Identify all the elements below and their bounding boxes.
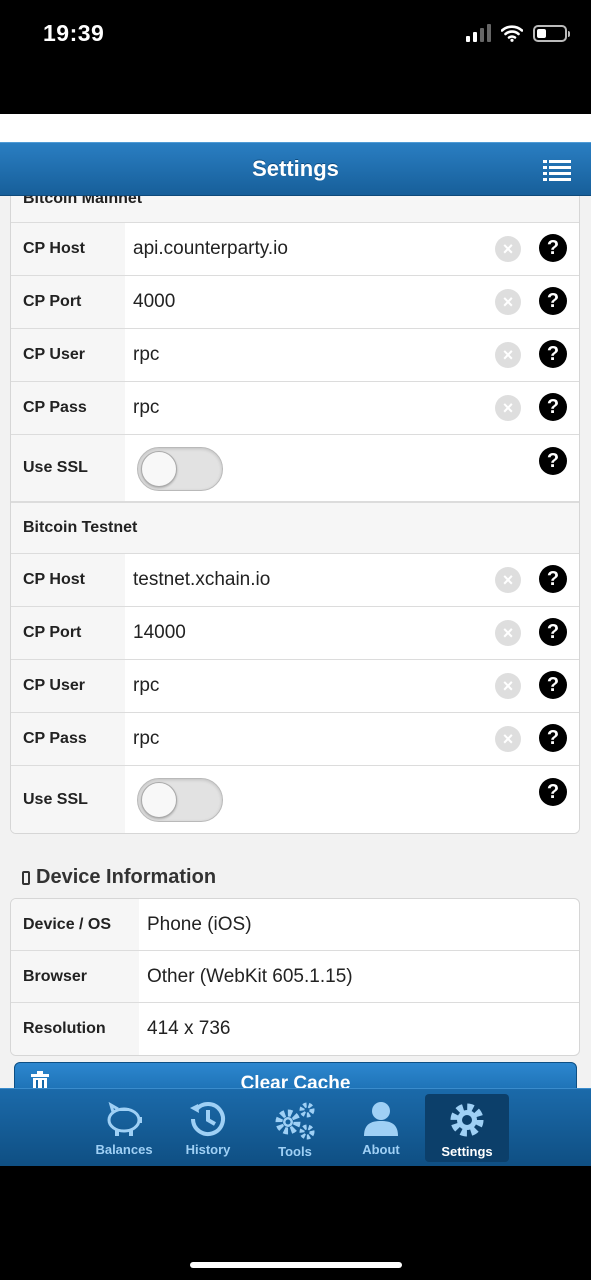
settings-content[interactable]: Bitcoin Mainnet CP Host api.counterparty… (0, 196, 591, 1088)
help-icon[interactable]: ? (539, 724, 567, 752)
field-label: Use SSL (11, 435, 125, 501)
info-label: Resolution (11, 1003, 139, 1055)
tab-label: Tools (278, 1144, 312, 1159)
mainnet-pass-input[interactable]: rpc (133, 382, 484, 434)
tab-history[interactable]: History (166, 1094, 250, 1162)
page-title: Settings (252, 156, 339, 181)
section-header-mainnet: Bitcoin Mainnet (11, 196, 579, 223)
field-label: CP Port (11, 276, 125, 328)
tab-label: History (185, 1142, 231, 1157)
testnet-pass-row: CP Pass rpc × ? (11, 713, 579, 766)
mainnet-host-input[interactable]: api.counterparty.io (133, 223, 484, 275)
help-icon[interactable]: ? (539, 340, 567, 368)
clear-icon[interactable]: × (495, 673, 521, 699)
mobile-phone-icon (22, 870, 30, 885)
mainnet-user-row: CP User rpc × ? (11, 329, 579, 382)
wifi-icon (501, 24, 523, 42)
app-window: Settings Bitcoin Mainnet CP Host api.cou… (0, 114, 591, 1166)
clear-cache-button[interactable]: Clear Cache (14, 1062, 577, 1088)
section-header-testnet: Bitcoin Testnet (11, 502, 579, 554)
resolution-row: Resolution 414 x 736 (11, 1003, 579, 1055)
gears-icon (275, 1102, 315, 1140)
clear-icon[interactable]: × (495, 395, 521, 421)
battery-icon (533, 24, 570, 42)
help-icon[interactable]: ? (539, 671, 567, 699)
testnet-host-input[interactable]: testnet.xchain.io (133, 554, 484, 606)
gear-icon (450, 1103, 484, 1137)
clear-icon[interactable]: × (495, 236, 521, 262)
mainnet-user-input[interactable]: rpc (133, 329, 484, 381)
tab-tools[interactable]: Tools (253, 1094, 337, 1162)
help-icon[interactable]: ? (539, 618, 567, 646)
help-icon[interactable]: ? (539, 393, 567, 421)
piggy-bank-icon (107, 1101, 142, 1136)
testnet-ssl-row: Use SSL ? (11, 766, 579, 833)
history-icon (190, 1102, 225, 1136)
header-bar: Settings (0, 142, 591, 196)
cellular-signal-icon (466, 24, 491, 42)
help-icon[interactable]: ? (539, 287, 567, 315)
tab-balances[interactable]: Balances (82, 1094, 166, 1162)
status-icons (466, 24, 570, 42)
device-info-heading: Device Information (22, 866, 216, 889)
info-label: Browser (11, 951, 139, 1002)
field-label: CP User (11, 660, 125, 712)
user-icon (364, 1102, 398, 1136)
home-indicator[interactable] (190, 1262, 402, 1268)
field-label: CP User (11, 329, 125, 381)
help-icon[interactable]: ? (539, 778, 567, 806)
mainnet-pass-row: CP Pass rpc × ? (11, 382, 579, 435)
tab-settings[interactable]: Settings (425, 1094, 509, 1162)
field-label: CP Port (11, 607, 125, 659)
tab-about[interactable]: About (339, 1094, 423, 1162)
info-value: Phone (iOS) (147, 913, 252, 935)
field-label: CP Host (11, 223, 125, 275)
clear-icon[interactable]: × (495, 289, 521, 315)
info-label: Device / OS (11, 899, 139, 950)
tab-bar: Balances History Tools About Settings (0, 1088, 591, 1166)
help-icon[interactable]: ? (539, 447, 567, 475)
clear-icon[interactable]: × (495, 726, 521, 752)
tab-label: About (362, 1142, 400, 1157)
field-label: CP Host (11, 554, 125, 606)
help-icon[interactable]: ? (539, 234, 567, 262)
info-value: Other (WebKit 605.1.15) (147, 965, 353, 987)
device-os-row: Device / OS Phone (iOS) (11, 899, 579, 951)
mainnet-port-input[interactable]: 4000 (133, 276, 484, 328)
testnet-pass-input[interactable]: rpc (133, 713, 484, 765)
testnet-port-input[interactable]: 14000 (133, 607, 484, 659)
device-info-panel: Device / OS Phone (iOS) Browser Other (W… (10, 898, 580, 1056)
info-value: 414 x 736 (147, 1018, 231, 1039)
status-bar: 19:39 (0, 0, 591, 72)
tab-label: Balances (95, 1142, 153, 1157)
field-label: Use SSL (11, 766, 125, 833)
testnet-host-row: CP Host testnet.xchain.io × ? (11, 554, 579, 607)
mainnet-host-row: CP Host api.counterparty.io × ? (11, 223, 579, 276)
help-icon[interactable]: ? (539, 565, 567, 593)
testnet-user-input[interactable]: rpc (133, 660, 484, 712)
browser-row: Browser Other (WebKit 605.1.15) (11, 951, 579, 1003)
clear-cache-label: Clear Cache (240, 1073, 351, 1088)
clear-icon[interactable]: × (495, 567, 521, 593)
testnet-port-row: CP Port 14000 × ? (11, 607, 579, 660)
clear-icon[interactable]: × (495, 342, 521, 368)
status-time: 19:39 (43, 20, 105, 46)
testnet-user-row: CP User rpc × ? (11, 660, 579, 713)
testnet-ssl-toggle[interactable] (137, 778, 223, 822)
menu-list-icon[interactable] (543, 159, 571, 181)
device-info-title: Device Information (36, 866, 217, 888)
mainnet-port-row: CP Port 4000 × ? (11, 276, 579, 329)
clear-icon[interactable]: × (495, 620, 521, 646)
field-label: CP Pass (11, 713, 125, 765)
network-settings-panel: Bitcoin Mainnet CP Host api.counterparty… (10, 196, 580, 834)
tab-label: Settings (441, 1144, 493, 1159)
mainnet-ssl-toggle[interactable] (137, 447, 223, 491)
field-label: CP Pass (11, 382, 125, 434)
mainnet-ssl-row: Use SSL ? (11, 435, 579, 502)
